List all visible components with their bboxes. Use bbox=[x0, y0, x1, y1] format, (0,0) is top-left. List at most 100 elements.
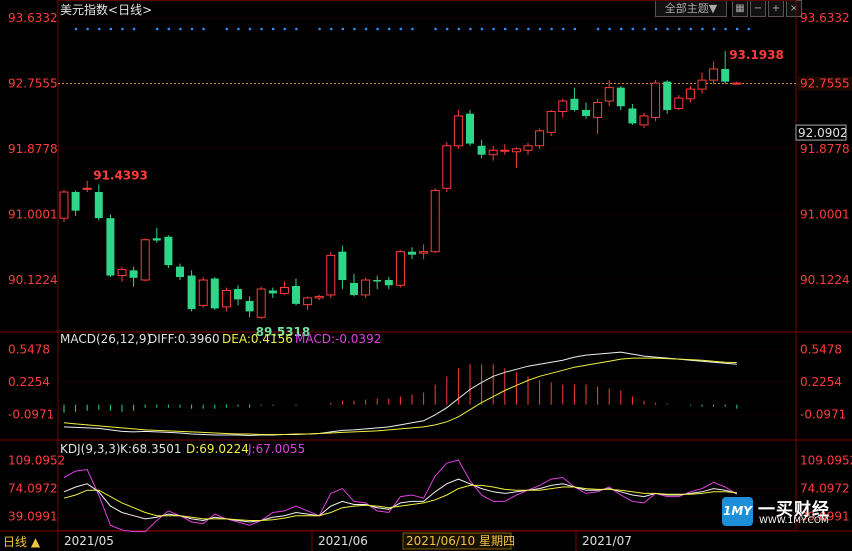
candle-body-down bbox=[350, 283, 358, 295]
event-dot-marker bbox=[666, 27, 669, 31]
candle-body-up bbox=[674, 97, 684, 109]
event-dot-marker bbox=[492, 27, 495, 31]
event-dot-marker bbox=[434, 27, 437, 31]
candle-body-down bbox=[152, 238, 161, 241]
main-y-tick-left: 91.0001 bbox=[8, 207, 58, 221]
candle-body-down bbox=[616, 87, 625, 107]
candlestick-chart[interactable]: 93.6332 93.6332 92.7555 92.7555 91.8778 91.87… bbox=[0, 0, 852, 551]
event-dot-marker bbox=[631, 27, 635, 31]
candle-body-down bbox=[582, 109, 590, 116]
candle-body-down bbox=[663, 81, 672, 110]
main-y-tick-left: 90.1224 bbox=[8, 273, 58, 287]
candle-body-down bbox=[94, 192, 103, 219]
event-dot-marker bbox=[538, 27, 542, 31]
candle-body-down bbox=[338, 251, 347, 281]
event-dot-marker bbox=[619, 27, 623, 31]
event-dot-marker bbox=[132, 27, 136, 31]
event-dot-marker bbox=[109, 27, 113, 31]
event-dot-marker bbox=[712, 27, 716, 31]
event-dot-marker bbox=[561, 27, 565, 31]
event-dot-marker bbox=[689, 27, 693, 31]
event-dot-marker bbox=[550, 27, 553, 31]
candle-body-down bbox=[721, 68, 730, 82]
event-dot-marker bbox=[283, 27, 287, 31]
event-dot-marker bbox=[445, 27, 449, 31]
candle-body-down bbox=[268, 290, 277, 294]
candle-body-down bbox=[466, 113, 474, 144]
candle-body-up bbox=[279, 286, 289, 294]
candle-body-down bbox=[234, 288, 242, 300]
candle-body-down bbox=[408, 251, 416, 255]
candle-body-up bbox=[535, 130, 545, 147]
event-dot-marker bbox=[86, 27, 89, 31]
candle-body-down bbox=[176, 266, 184, 278]
candle-body-up bbox=[326, 254, 336, 296]
kdj-legend-d: D:69.0224 bbox=[186, 442, 249, 456]
candle-body-up bbox=[732, 82, 742, 85]
event-dot-marker bbox=[225, 27, 229, 31]
candle-body-up bbox=[593, 102, 603, 118]
macd-y-tick-left: 0.5478 bbox=[8, 342, 50, 356]
event-dot-marker bbox=[364, 27, 368, 31]
candle-body-up bbox=[430, 190, 440, 253]
candle-body-down bbox=[384, 280, 393, 286]
main-y-tick-right: 91.0001 bbox=[800, 207, 850, 221]
logo-url: WWW.1MY.COM bbox=[759, 516, 829, 526]
candle-body-up bbox=[523, 145, 533, 151]
high-annotation: 93.1938 bbox=[729, 48, 784, 62]
candle-body-up bbox=[303, 297, 313, 306]
kdj-legend-k: K:68.3501 bbox=[120, 442, 182, 456]
event-dot-marker bbox=[735, 27, 739, 31]
event-dot-marker bbox=[318, 27, 321, 31]
main-y-tick-left: 92.7555 bbox=[8, 76, 58, 90]
x-axis-label: 2021/06 bbox=[318, 534, 368, 548]
last-price-label: 92.7555 bbox=[800, 76, 850, 90]
main-y-tick-right: 90.1224 bbox=[800, 273, 850, 287]
event-dot-marker bbox=[643, 27, 646, 31]
candle-body-up bbox=[82, 187, 92, 190]
kdj-legend-j: J:67.0055 bbox=[247, 442, 305, 456]
event-dot-marker bbox=[654, 27, 658, 31]
event-dot-marker bbox=[747, 27, 751, 31]
candle-body-down bbox=[292, 285, 300, 304]
macd-diff-line bbox=[63, 351, 737, 437]
candle-body-up bbox=[198, 279, 208, 306]
main-y-tick-left: 93.6332 bbox=[8, 11, 58, 25]
candle-body-up bbox=[500, 149, 510, 152]
event-dot-marker bbox=[295, 27, 298, 31]
event-dot-marker bbox=[179, 27, 182, 31]
event-dot-marker bbox=[271, 27, 275, 31]
macd-legend-dea: DEA:0.4156 bbox=[222, 332, 293, 346]
candle-body-down bbox=[373, 280, 382, 282]
chart-stage: 美元指数<日线> 全部主题▼ ▦ − + × 93.6332 93.6332 92.… bbox=[0, 0, 852, 551]
candle-body-up bbox=[140, 239, 150, 281]
event-dot-marker bbox=[237, 27, 240, 31]
macd-y-tick-left: -0.0971 bbox=[8, 407, 54, 421]
crosshair-date-label: 2021/06/10 星期四 bbox=[406, 534, 515, 548]
candle-body-up bbox=[442, 145, 452, 189]
candle-body-up bbox=[511, 148, 521, 153]
main-y-tick-left: 91.8778 bbox=[8, 142, 58, 156]
macd-y-tick-right: -0.0971 bbox=[800, 407, 846, 421]
event-dot-marker bbox=[190, 27, 194, 31]
event-dot-marker bbox=[341, 27, 345, 31]
event-dot-marker bbox=[411, 27, 414, 31]
candle-body-down bbox=[570, 98, 579, 110]
event-dot-marker bbox=[121, 27, 124, 31]
kdj-legend-title: KDJ(9,3,3) bbox=[60, 442, 121, 456]
macd-legend-title: MACD(26,12,9) bbox=[60, 332, 151, 346]
event-dot-marker bbox=[97, 27, 101, 31]
event-dot-marker bbox=[167, 27, 171, 31]
event-dot-marker bbox=[155, 27, 159, 31]
candle-body-up bbox=[453, 115, 463, 147]
candle-body-up bbox=[639, 115, 649, 126]
candle-body-up bbox=[697, 79, 707, 90]
event-dot-marker bbox=[527, 27, 530, 31]
logo-badge: 1MY bbox=[722, 497, 753, 526]
candle-body-up bbox=[488, 149, 498, 156]
event-dot-marker bbox=[399, 27, 403, 31]
candle-body-up bbox=[604, 87, 614, 102]
macd-dea-line bbox=[63, 357, 737, 435]
candle-body-down bbox=[106, 218, 115, 276]
reference-price-label: 92.0902 bbox=[798, 126, 848, 140]
